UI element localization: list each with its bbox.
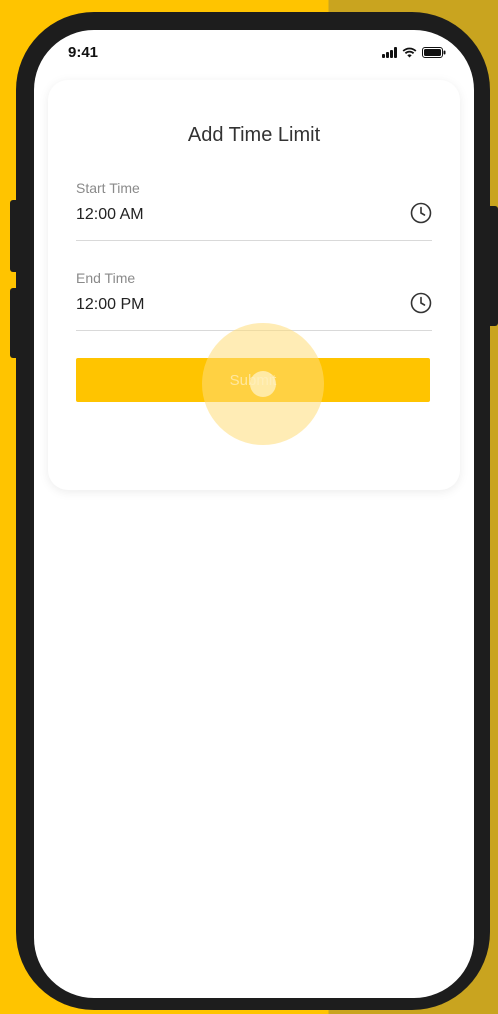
end-time-value: 12:00 PM [76,296,145,313]
submit-button[interactable]: Submit [76,358,430,402]
clock-icon[interactable] [410,292,432,314]
status-bar: 9:41 [34,30,474,78]
start-time-label: Start Time [76,180,140,196]
clock-icon[interactable] [410,202,432,224]
start-time-field[interactable]: Start Time 12:00 AM [76,180,432,241]
status-time: 9:41 [68,44,99,61]
end-time-label: End Time [76,270,136,286]
dialog-title: Add Time Limit [187,124,321,146]
battery-icon [422,47,446,58]
end-time-field[interactable]: End Time 12:00 PM [76,270,432,331]
phone-screen: 9:41 Add Time Limit Start Time 12:00 AM … [34,30,474,998]
signal-icon [382,47,397,58]
status-icons [382,47,446,58]
start-time-value: 12:00 AM [76,206,144,223]
wifi-icon [402,47,417,58]
add-time-limit-card: Add Time Limit Start Time 12:00 AM End T… [48,80,460,490]
